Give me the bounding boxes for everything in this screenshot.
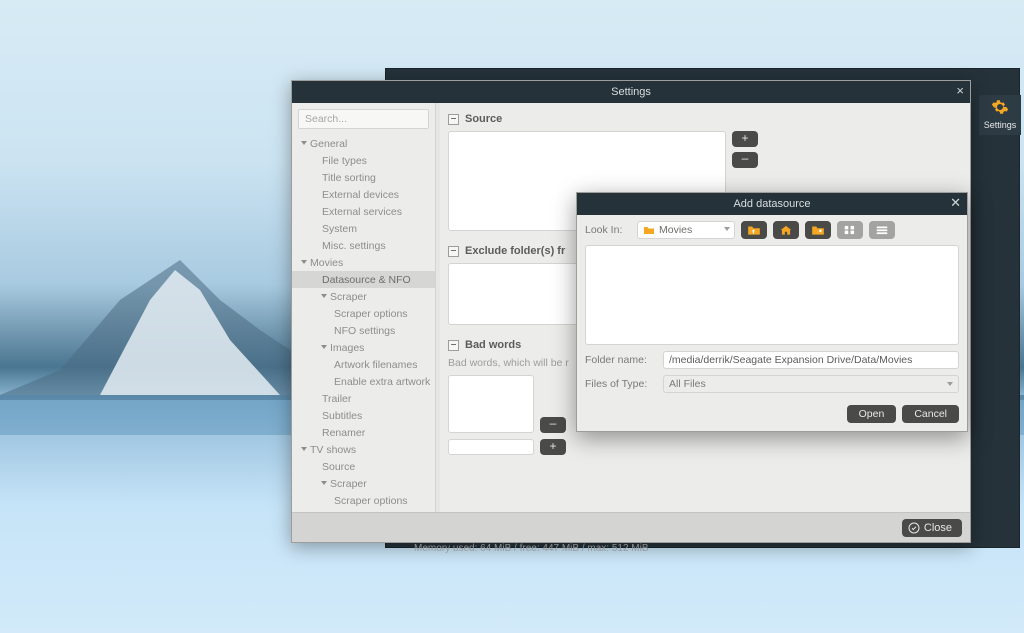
badwords-input[interactable] (448, 439, 534, 455)
foldername-input[interactable]: /media/derrik/Seagate Expansion Drive/Da… (663, 351, 959, 369)
badwords-listbox[interactable] (448, 375, 534, 433)
tree-node-file-types[interactable]: File types (292, 152, 435, 169)
filetype-combo[interactable]: All Files (663, 375, 959, 393)
add-datasource-dialog: Add datasource ✕ Look In: Movies Folder … (576, 192, 968, 432)
settings-sidebar-label: Settings (979, 120, 1021, 130)
cancel-button[interactable]: Cancel (902, 405, 959, 423)
dialog-titlebar: Add datasource ✕ (577, 193, 967, 215)
tree-node-images[interactable]: Images (292, 339, 435, 356)
chevron-down-icon (724, 227, 730, 231)
tree-node-source[interactable]: Source (292, 458, 435, 475)
chevron-down-icon (947, 382, 953, 386)
tree-node-renamer[interactable]: Renamer (292, 424, 435, 441)
settings-titlebar: Settings × (292, 81, 970, 103)
folder-icon (643, 225, 655, 235)
settings-sidebar: Search... GeneralFile typesTitle sorting… (292, 103, 436, 512)
collapse-icon: – (448, 114, 459, 125)
tree-node-system[interactable]: System (292, 220, 435, 237)
collapse-icon: – (448, 246, 459, 257)
settings-close-x-icon[interactable]: × (956, 83, 964, 98)
new-folder-button[interactable] (805, 221, 831, 239)
tree-node-movies[interactable]: Movies (292, 254, 435, 271)
up-folder-button[interactable] (741, 221, 767, 239)
folder-up-icon (747, 224, 761, 236)
lookin-label: Look In: (585, 224, 631, 236)
dialog-title: Add datasource (733, 198, 810, 210)
tree-node-scraper-options[interactable]: Scraper options (292, 305, 435, 322)
tree-node-datasource-nfo[interactable]: Datasource & NFO (292, 271, 435, 288)
tree-node-artwork-filenames[interactable]: Artwork filenames (292, 356, 435, 373)
settings-sidebar-button[interactable]: Settings (979, 95, 1021, 135)
collapse-icon: – (448, 340, 459, 351)
tree-node-general[interactable]: General (292, 135, 435, 152)
settings-search-input[interactable]: Search... (298, 109, 429, 129)
badwords-remove-button[interactable]: – (540, 417, 566, 433)
dialog-close-x-icon[interactable]: ✕ (950, 195, 961, 211)
filetype-value: All Files (669, 378, 706, 390)
source-remove-button[interactable]: – (732, 152, 758, 168)
tree-node-tv-shows[interactable]: TV shows (292, 441, 435, 458)
tree-node-misc-settings[interactable]: Misc. settings (292, 237, 435, 254)
tree-node-scraper[interactable]: Scraper (292, 288, 435, 305)
settings-close-button[interactable]: Close (902, 519, 962, 537)
gear-icon (991, 98, 1009, 116)
home-icon (779, 224, 793, 236)
home-button[interactable] (773, 221, 799, 239)
file-browser-view[interactable] (585, 245, 959, 345)
source-add-button[interactable]: + (732, 131, 758, 147)
tree-node-enable-extra-artwork[interactable]: Enable extra artwork (292, 373, 435, 390)
foldername-label: Folder name: (585, 354, 657, 366)
tree-node-trailer[interactable]: Trailer (292, 390, 435, 407)
section-source-header[interactable]: – Source (448, 113, 960, 125)
tree-node-nfo-settings[interactable]: NFO settings (292, 322, 435, 339)
section-exclude-title: Exclude folder(s) fr (465, 245, 565, 257)
settings-title: Settings (611, 86, 651, 98)
filetype-label: Files of Type: (585, 378, 657, 390)
tree-node-subtitles[interactable]: Subtitles (292, 407, 435, 424)
lookin-combo[interactable]: Movies (637, 221, 735, 239)
open-button[interactable]: Open (847, 405, 897, 423)
tree-node-external-services[interactable]: External services (292, 203, 435, 220)
check-icon (908, 522, 920, 534)
badwords-add-button[interactable]: + (540, 439, 566, 455)
lookin-value: Movies (659, 224, 692, 236)
dialog-footer: Open Cancel (577, 399, 967, 431)
tree-node-scraper-options[interactable]: Scraper options (292, 492, 435, 509)
list-view-button[interactable] (869, 221, 895, 239)
section-badwords-title: Bad words (465, 339, 521, 351)
dialog-lookin-row: Look In: Movies (577, 215, 967, 245)
grid-icon (843, 224, 857, 236)
folder-new-icon (811, 224, 825, 236)
dialog-filetype-row: Files of Type: All Files (577, 375, 967, 399)
status-memory: Memory used: 64 MiB / free: 447 MiB / ma… (414, 543, 649, 554)
section-source-title: Source (465, 113, 502, 125)
settings-close-button-label: Close (924, 522, 952, 534)
settings-tree: GeneralFile typesTitle sortingExternal d… (292, 135, 435, 512)
tree-node-scraper[interactable]: Scraper (292, 475, 435, 492)
settings-footer: Close (292, 512, 970, 542)
icon-view-button[interactable] (837, 221, 863, 239)
tree-node-title-sorting[interactable]: Title sorting (292, 169, 435, 186)
list-icon (875, 224, 889, 236)
dialog-foldername-row: Folder name: /media/derrik/Seagate Expan… (577, 345, 967, 375)
foldername-value: /media/derrik/Seagate Expansion Drive/Da… (669, 354, 912, 366)
tree-node-external-devices[interactable]: External devices (292, 186, 435, 203)
